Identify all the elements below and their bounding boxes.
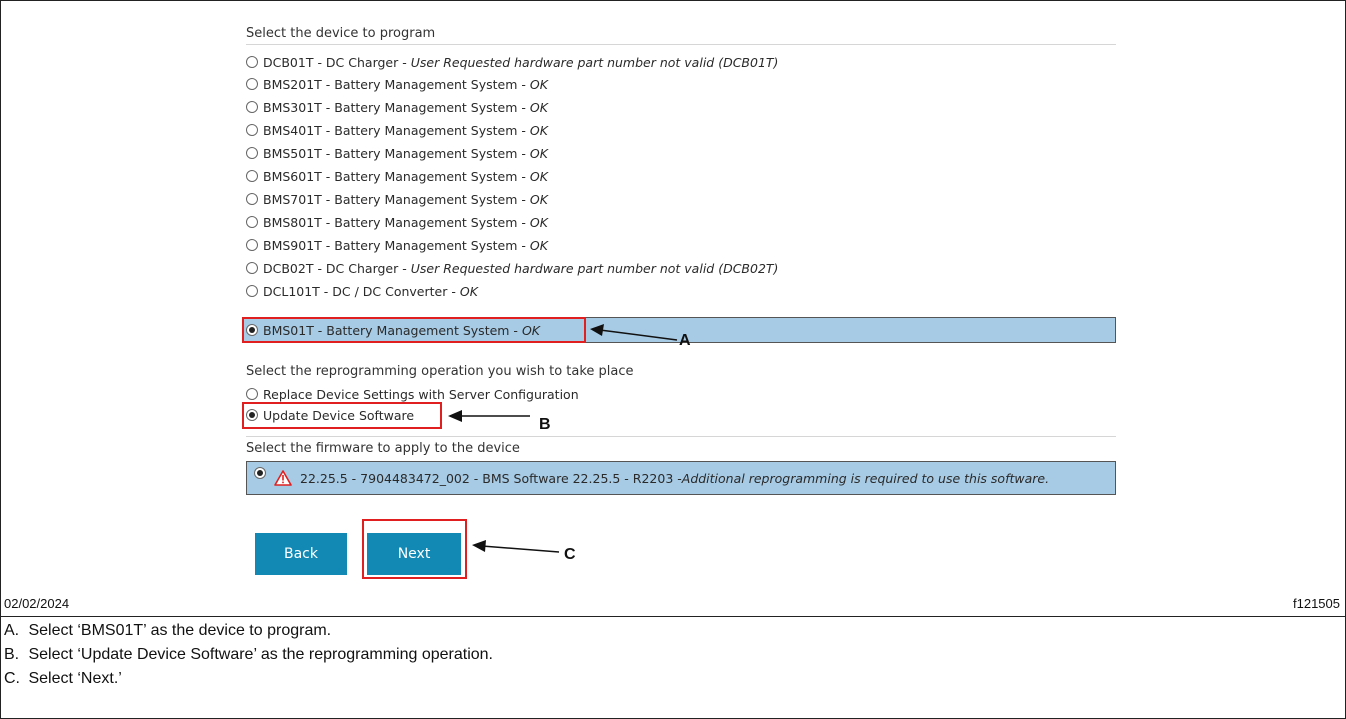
- figure-divider: [0, 616, 1346, 617]
- caption-c: C. Select ‘Next.’: [4, 670, 122, 688]
- caption-letter: B.: [4, 646, 20, 663]
- caption-b: B. Select ‘Update Device Software’ as th…: [4, 646, 493, 664]
- callout-arrows: [448, 324, 678, 553]
- callout-c-label: C: [564, 546, 576, 563]
- caption-a: A. Select ‘BMS01T’ as the device to prog…: [4, 622, 331, 640]
- callout-a-label: A: [679, 332, 691, 349]
- figure-id: f121505: [1293, 596, 1340, 611]
- figure-date: 02/02/2024: [4, 596, 70, 611]
- caption-letter: A.: [4, 622, 20, 639]
- caption-text: Select ‘Next.’: [28, 670, 122, 687]
- caption-text: Select ‘Update Device Software’ as the r…: [28, 646, 493, 663]
- callout-b-label: B: [539, 416, 551, 433]
- caption-text: Select ‘BMS01T’ as the device to program…: [28, 622, 332, 639]
- caption-letter: C.: [4, 670, 20, 687]
